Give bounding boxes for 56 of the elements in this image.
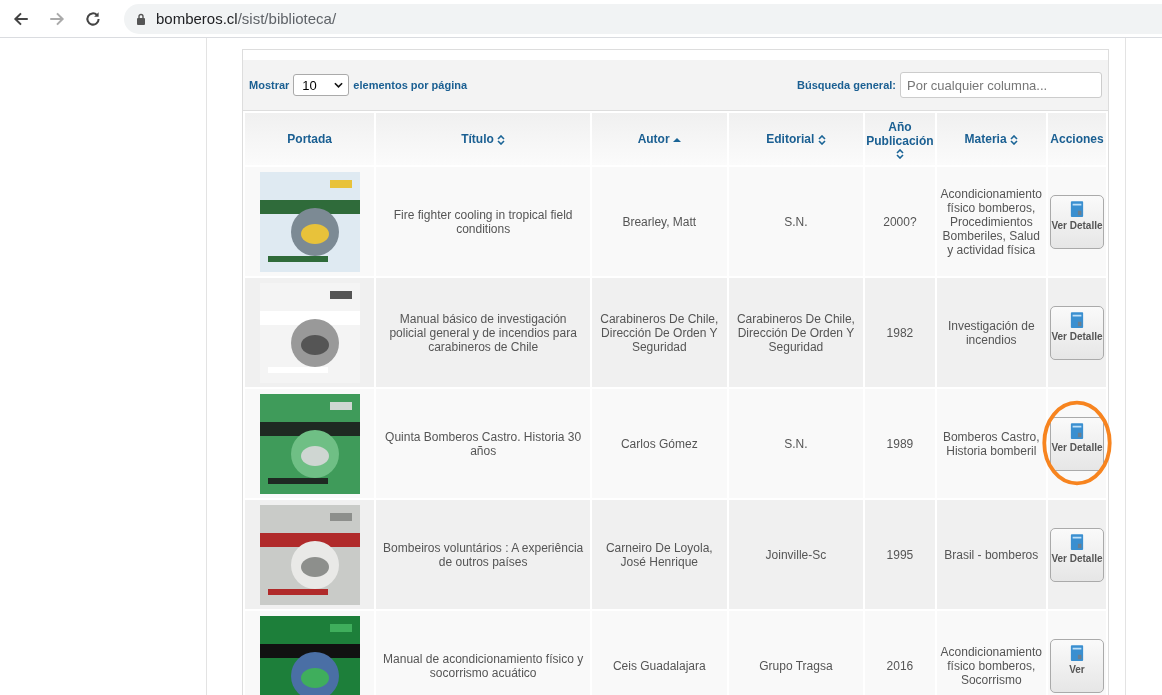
title-cell: Manual básico de investigación policial general y de incendios para carabineros de Chile xyxy=(376,278,590,387)
book-icon xyxy=(1070,199,1084,218)
title-cell: Manual de acondicionamiento físico y socorrismo acuático xyxy=(376,611,590,695)
subject-cell: Bomberos Castro, Historia bomberil xyxy=(936,389,1046,498)
column-header[interactable]: Materia xyxy=(936,113,1046,165)
author-cell: Ceis Guadalajara xyxy=(592,611,727,695)
year-cell: 1982 xyxy=(865,278,935,387)
view-detail-button[interactable]: Ver Detalle xyxy=(1050,194,1104,249)
year-cell: 1989 xyxy=(865,389,935,498)
title-cell: Fire fighter cooling in tropical field conditions xyxy=(376,167,590,276)
view-detail-button[interactable]: Ver Detalle xyxy=(1050,527,1104,582)
per-page-label: elementos por página xyxy=(353,79,468,91)
column-header[interactable]: Acciones xyxy=(1048,113,1106,165)
view-detail-button[interactable]: Ver xyxy=(1050,638,1104,693)
search-label: Búsqueda general: xyxy=(796,79,896,91)
show-label: Mostrar xyxy=(249,79,290,91)
column-header[interactable]: Editorial xyxy=(728,113,864,165)
chevron-icon xyxy=(334,82,344,88)
page-size-select[interactable]: 10 xyxy=(293,74,350,96)
year-cell: 2016 xyxy=(865,611,935,695)
sort-icon xyxy=(1009,134,1018,145)
publisher-cell: S.N. xyxy=(728,389,864,498)
year-cell: 2000? xyxy=(865,167,935,276)
book-icon xyxy=(1070,643,1084,662)
author-cell: Brearley, Matt xyxy=(592,167,727,276)
publisher-cell: Carabineros De Chile, Dirección De Orden Y Seguridad xyxy=(728,278,864,387)
subject-cell: Acondicionamiento físico bomberos, Socorrismo xyxy=(936,611,1046,695)
sort-icon xyxy=(895,148,904,159)
sort-icon xyxy=(817,134,826,145)
subject-cell: Brasil - bomberos xyxy=(936,500,1046,609)
publisher-cell: Grupo Tragsa xyxy=(728,611,864,695)
year-cell: 1995 xyxy=(865,500,935,609)
sort-icon xyxy=(497,134,506,145)
author-cell: Carlos Gómez xyxy=(592,389,727,498)
subject-cell: Acondicionamiento físico bomberos, Procedimientos Bomberiles, Salud y actividad física xyxy=(936,167,1046,276)
lock-icon xyxy=(136,12,146,25)
book-icon xyxy=(1070,532,1084,551)
column-header[interactable]: Portada xyxy=(245,113,375,165)
title-cell: Bombeiros voluntários : A experiência de outros países xyxy=(376,500,590,609)
author-cell: Carneiro De Loyola, José Henrique xyxy=(592,500,727,609)
view-detail-button[interactable]: Ver Detalle xyxy=(1050,416,1104,471)
book-icon xyxy=(1070,421,1084,440)
publisher-cell: S.N. xyxy=(728,167,864,276)
reload-icon[interactable] xyxy=(84,9,102,28)
author-cell: Carabineros De Chile, Dirección De Orden Y Seguridad xyxy=(592,278,727,387)
view-detail-button[interactable]: Ver Detalle xyxy=(1050,305,1104,360)
url-text: bomberos.cl/sist/biblioteca/ xyxy=(156,10,337,27)
book-icon xyxy=(1070,310,1084,329)
publisher-cell: Joinville-Sc xyxy=(728,500,864,609)
title-cell: Quinta Bomberos Castro. Historia 30 años xyxy=(376,389,590,498)
search-field[interactable]: Por cualquier columna... xyxy=(900,72,1102,98)
address-bar[interactable]: bomberos.cl/sist/biblioteca/ xyxy=(124,3,1162,34)
column-header[interactable]: Autor xyxy=(592,113,727,165)
column-header[interactable]: Título xyxy=(376,113,590,165)
column-header[interactable]: Año Publicación xyxy=(865,113,935,165)
subject-cell: Investigación de incendios xyxy=(936,278,1046,387)
